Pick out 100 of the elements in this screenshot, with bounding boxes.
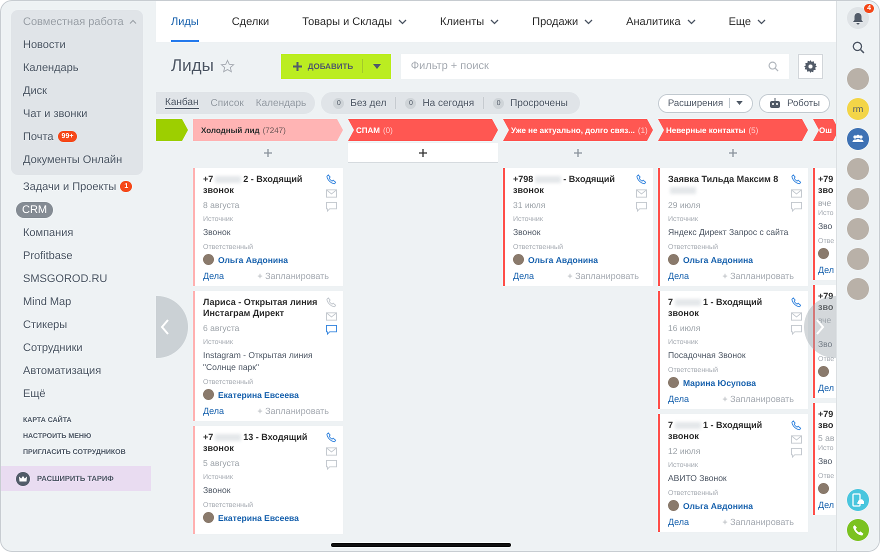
mail-icon[interactable] [791,189,802,198]
stage-header[interactable] [156,119,188,141]
tasks-link[interactable]: Дела [668,271,690,281]
stage-header[interactable]: Неверные контакты (5) [658,119,808,141]
lead-title[interactable]: 7 1 - Входящий звонок [668,420,787,444]
mail-icon[interactable] [326,189,337,198]
star-icon[interactable] [220,58,235,74]
add-button[interactable]: ДОБАВИТЬ [280,54,391,78]
phone-icon[interactable] [326,432,337,443]
phone-icon[interactable] [326,174,337,185]
nav-tab[interactable]: Товары и Склады [302,1,408,42]
chat-icon[interactable] [791,325,802,335]
lead-title[interactable]: +79 [818,291,836,302]
nav-tab[interactable]: Продажи [532,1,594,42]
mail-icon[interactable] [636,189,647,198]
lead-title[interactable]: Лариса - Открытая линия Инстаграм Директ [203,297,322,321]
telephony-button[interactable] [847,489,869,511]
tasks-link[interactable]: Дел [818,265,834,275]
search-icon[interactable] [852,41,864,54]
phone-icon[interactable] [791,174,802,185]
mail-icon[interactable] [791,312,802,321]
lead-title[interactable]: зво [818,302,836,313]
contact-avatar[interactable]: rm [847,98,869,120]
owner-link[interactable]: Ольга Авдонина [683,254,753,264]
chat-icon[interactable] [636,202,647,212]
lead-title[interactable]: +79 [818,409,836,420]
nav-tab[interactable]: Лиды [171,1,199,42]
sidebar-item[interactable]: Документы Онлайн [23,154,122,166]
tasks-link[interactable]: Дела [203,406,224,416]
stage-header[interactable]: Уже не актуально, долго связ... (1) [503,119,653,141]
phone-icon[interactable] [636,174,647,185]
lead-title[interactable]: +79 [818,174,836,185]
sidebar-item[interactable]: Profitbase [23,250,73,262]
nav-tab[interactable]: Аналитика [626,1,696,42]
owner-link[interactable]: Ольга Авдонина [218,254,288,264]
contact-avatar[interactable] [847,218,869,240]
tasks-link[interactable]: Дела [203,271,224,281]
tasks-link[interactable]: Дел [818,500,834,510]
group-chat-button[interactable] [847,128,869,150]
lead-title[interactable]: +7 2 - Входящий звонок [203,174,322,198]
sidebar-item[interactable]: Стикеры [23,318,68,330]
stage-header[interactable]: Ош [813,119,836,141]
sidebar-item[interactable]: Почта [23,130,54,142]
tasks-link[interactable]: Дела [668,517,690,527]
nav-tab[interactable]: Сделки [232,1,270,42]
contact-avatar[interactable] [847,278,869,300]
robots-button[interactable]: Роботы [759,94,830,112]
tasks-link[interactable]: Дела [668,394,690,404]
extensions-button[interactable]: Расширения [658,94,754,112]
add-card-button[interactable] [348,143,498,163]
nav-tab[interactable]: Еще [728,1,766,42]
contact-avatar[interactable] [847,68,869,90]
lead-title[interactable]: 7 1 - Входящий звонок [668,297,787,321]
lead-title[interactable]: +7 13 - Входящий звонок [203,432,322,456]
view-tab[interactable]: Канбан [165,97,198,109]
settings-button[interactable] [798,54,823,78]
chat-icon[interactable] [791,202,802,212]
chat-icon[interactable] [791,448,802,458]
chat-icon[interactable] [326,202,337,212]
sidebar-item[interactable]: Диск [23,84,47,96]
owner-link[interactable]: Ольга Авдонина [528,254,598,264]
sidebar-item[interactable]: Календарь [23,62,79,74]
owner-link[interactable]: Марина Юсупова [683,378,756,388]
sidebar-item[interactable]: Ещё [23,388,46,400]
contact-avatar[interactable] [847,158,869,180]
sidebar-item[interactable]: Новости [23,38,66,50]
counter-filter[interactable]: На сегодня [422,98,474,108]
nav-tab[interactable]: Клиенты [440,1,500,42]
lead-title[interactable]: Заявка Тильда Максим 8 [668,174,787,198]
sidebar-item[interactable]: Задачи и Проекты [23,180,116,192]
tasks-link[interactable]: Дел [818,383,834,393]
owner-link[interactable]: Екатерина Евсеева [218,512,299,522]
stage-header[interactable]: СПАМ (0) [348,119,498,141]
stage-header[interactable]: Холодный лид (7247) [193,119,343,141]
owner-link[interactable]: Екатерина Евсеева [218,390,299,400]
lead-title[interactable]: зво [818,185,836,196]
sidebar-item[interactable]: Mind Map [23,296,72,308]
sidebar-item[interactable]: CRM [16,202,54,218]
sidebar-item[interactable]: Компания [23,226,74,238]
contact-avatar[interactable] [847,188,869,210]
counter-filter[interactable]: Без дел [350,98,386,108]
sidebar-item[interactable]: SMSGOROD.RU [23,272,108,284]
chat-icon[interactable] [326,460,337,470]
contact-avatar[interactable] [847,248,869,270]
counter-filter[interactable]: Просрочены [510,98,568,108]
phone-icon[interactable] [326,297,337,308]
sidebar-item[interactable]: Автоматизация [23,364,102,376]
chat-icon[interactable] [326,325,337,335]
sidebar-item[interactable]: Чат и звонки [23,108,88,120]
phone-icon[interactable] [791,420,802,431]
lead-title[interactable]: зво [818,420,836,431]
sidebar-item[interactable]: Сотрудники [23,342,83,354]
owner-link[interactable]: Ольга Авдонина [683,500,753,510]
tasks-link[interactable]: Дела [513,271,534,281]
mail-icon[interactable] [791,435,802,444]
phone-icon[interactable] [791,297,802,308]
mail-icon[interactable] [326,312,337,321]
mail-icon[interactable] [326,447,337,456]
notifications-button[interactable] [847,7,869,29]
search-field[interactable]: Фильтр + поиск [400,54,789,78]
